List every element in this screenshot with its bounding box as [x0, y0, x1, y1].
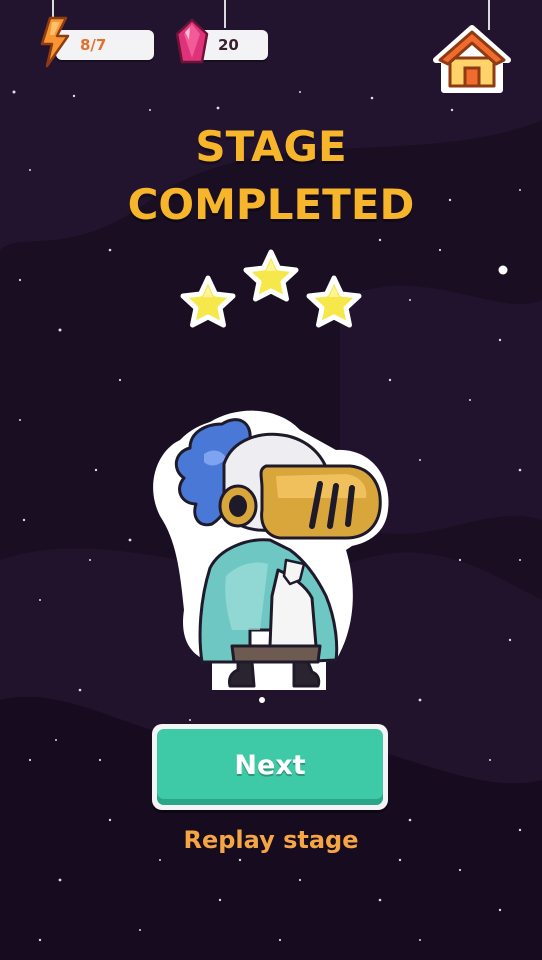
- replay-stage-link[interactable]: Replay stage: [0, 822, 542, 858]
- title-stage: STAGE: [195, 122, 347, 171]
- background-star-dot: [519, 559, 521, 561]
- background-star-dot: [22, 518, 26, 522]
- background-star-dot: [458, 558, 462, 562]
- background-star-dot: [78, 688, 82, 692]
- star-2-icon: [243, 249, 299, 302]
- background-star-dot: [278, 938, 282, 942]
- energy-value: 8/7: [80, 36, 107, 54]
- gem-icon: [175, 18, 209, 64]
- title-completed: COMPLETED: [127, 180, 415, 229]
- background-star-dot: [438, 248, 442, 252]
- background-star-dot: [89, 559, 91, 561]
- next-button[interactable]: Next: [152, 724, 388, 810]
- background-star-dot: [370, 96, 374, 100]
- next-button-face[interactable]: Next: [157, 729, 383, 805]
- knight-character: [153, 410, 389, 690]
- background-star-dot: [498, 265, 508, 275]
- lightning-icon: [40, 16, 70, 68]
- background-star-dot: [398, 858, 402, 862]
- background-star-dot: [58, 878, 62, 882]
- background-star-dot: [238, 858, 242, 862]
- background-star-dot: [72, 94, 76, 98]
- background-star-dot: [378, 238, 382, 242]
- stage-completed-screen: 8/7 20 STAGE COMPLETED Next Replay stage: [0, 0, 542, 960]
- background-star-dot: [12, 90, 16, 94]
- background-star-dot: [498, 908, 502, 912]
- background-star-dot: [108, 248, 112, 252]
- background-star-dot: [19, 419, 21, 421]
- home-button[interactable]: [432, 24, 512, 96]
- background-star-dot: [419, 459, 421, 461]
- gem-value: 20: [218, 36, 239, 54]
- background-star-dot: [149, 109, 151, 111]
- background-star-dot: [118, 378, 122, 382]
- background-star-dot: [128, 538, 132, 542]
- background-star-dot: [55, 739, 57, 741]
- background-star-dot: [38, 938, 42, 942]
- next-button-label: Next: [234, 749, 306, 781]
- background-star-dot: [39, 599, 41, 601]
- background-star-dot: [388, 378, 392, 382]
- background-star-dot: [419, 939, 421, 941]
- background-star-dot: [28, 758, 32, 762]
- star-3-icon: [306, 275, 362, 328]
- background-star-dot: [108, 818, 112, 822]
- background-star-dot: [94, 468, 98, 472]
- background-star-dot: [498, 338, 502, 342]
- background-star-dot: [378, 898, 382, 902]
- background-star-dot: [469, 399, 471, 401]
- background-star-dot: [518, 468, 522, 472]
- star-1-icon: [180, 275, 236, 328]
- background-star-dot: [58, 328, 62, 332]
- background-star-dot: [408, 818, 412, 822]
- background-star-dot: [216, 106, 220, 110]
- background-star-dot: [299, 91, 301, 93]
- background-star-dot: [189, 719, 191, 721]
- background-star-dot: [418, 698, 422, 702]
- background-star-dot: [298, 878, 302, 882]
- background-star-dot: [489, 759, 491, 761]
- background-star-dot: [98, 758, 102, 762]
- background-star-dot: [458, 868, 462, 872]
- background-star-dot: [409, 299, 411, 301]
- background-star-dot: [18, 278, 22, 282]
- background-star-dot: [508, 638, 512, 642]
- gem-hanger-string: [224, 0, 226, 28]
- background-star-dot: [450, 108, 454, 112]
- background-star-dot: [159, 859, 161, 861]
- background-star-dot: [139, 929, 141, 931]
- background-star-dot: [218, 898, 222, 902]
